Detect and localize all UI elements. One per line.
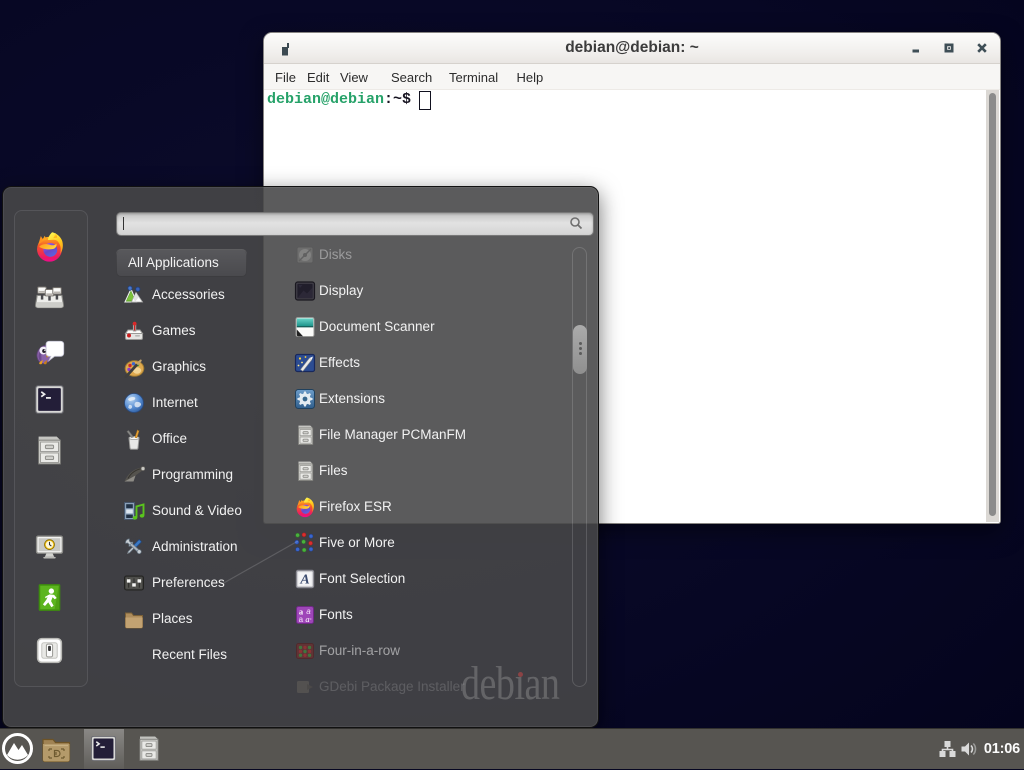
svg-text:a: a [299, 615, 304, 624]
svg-text:A: A [299, 573, 309, 588]
svg-text:a·: a· [305, 614, 311, 624]
